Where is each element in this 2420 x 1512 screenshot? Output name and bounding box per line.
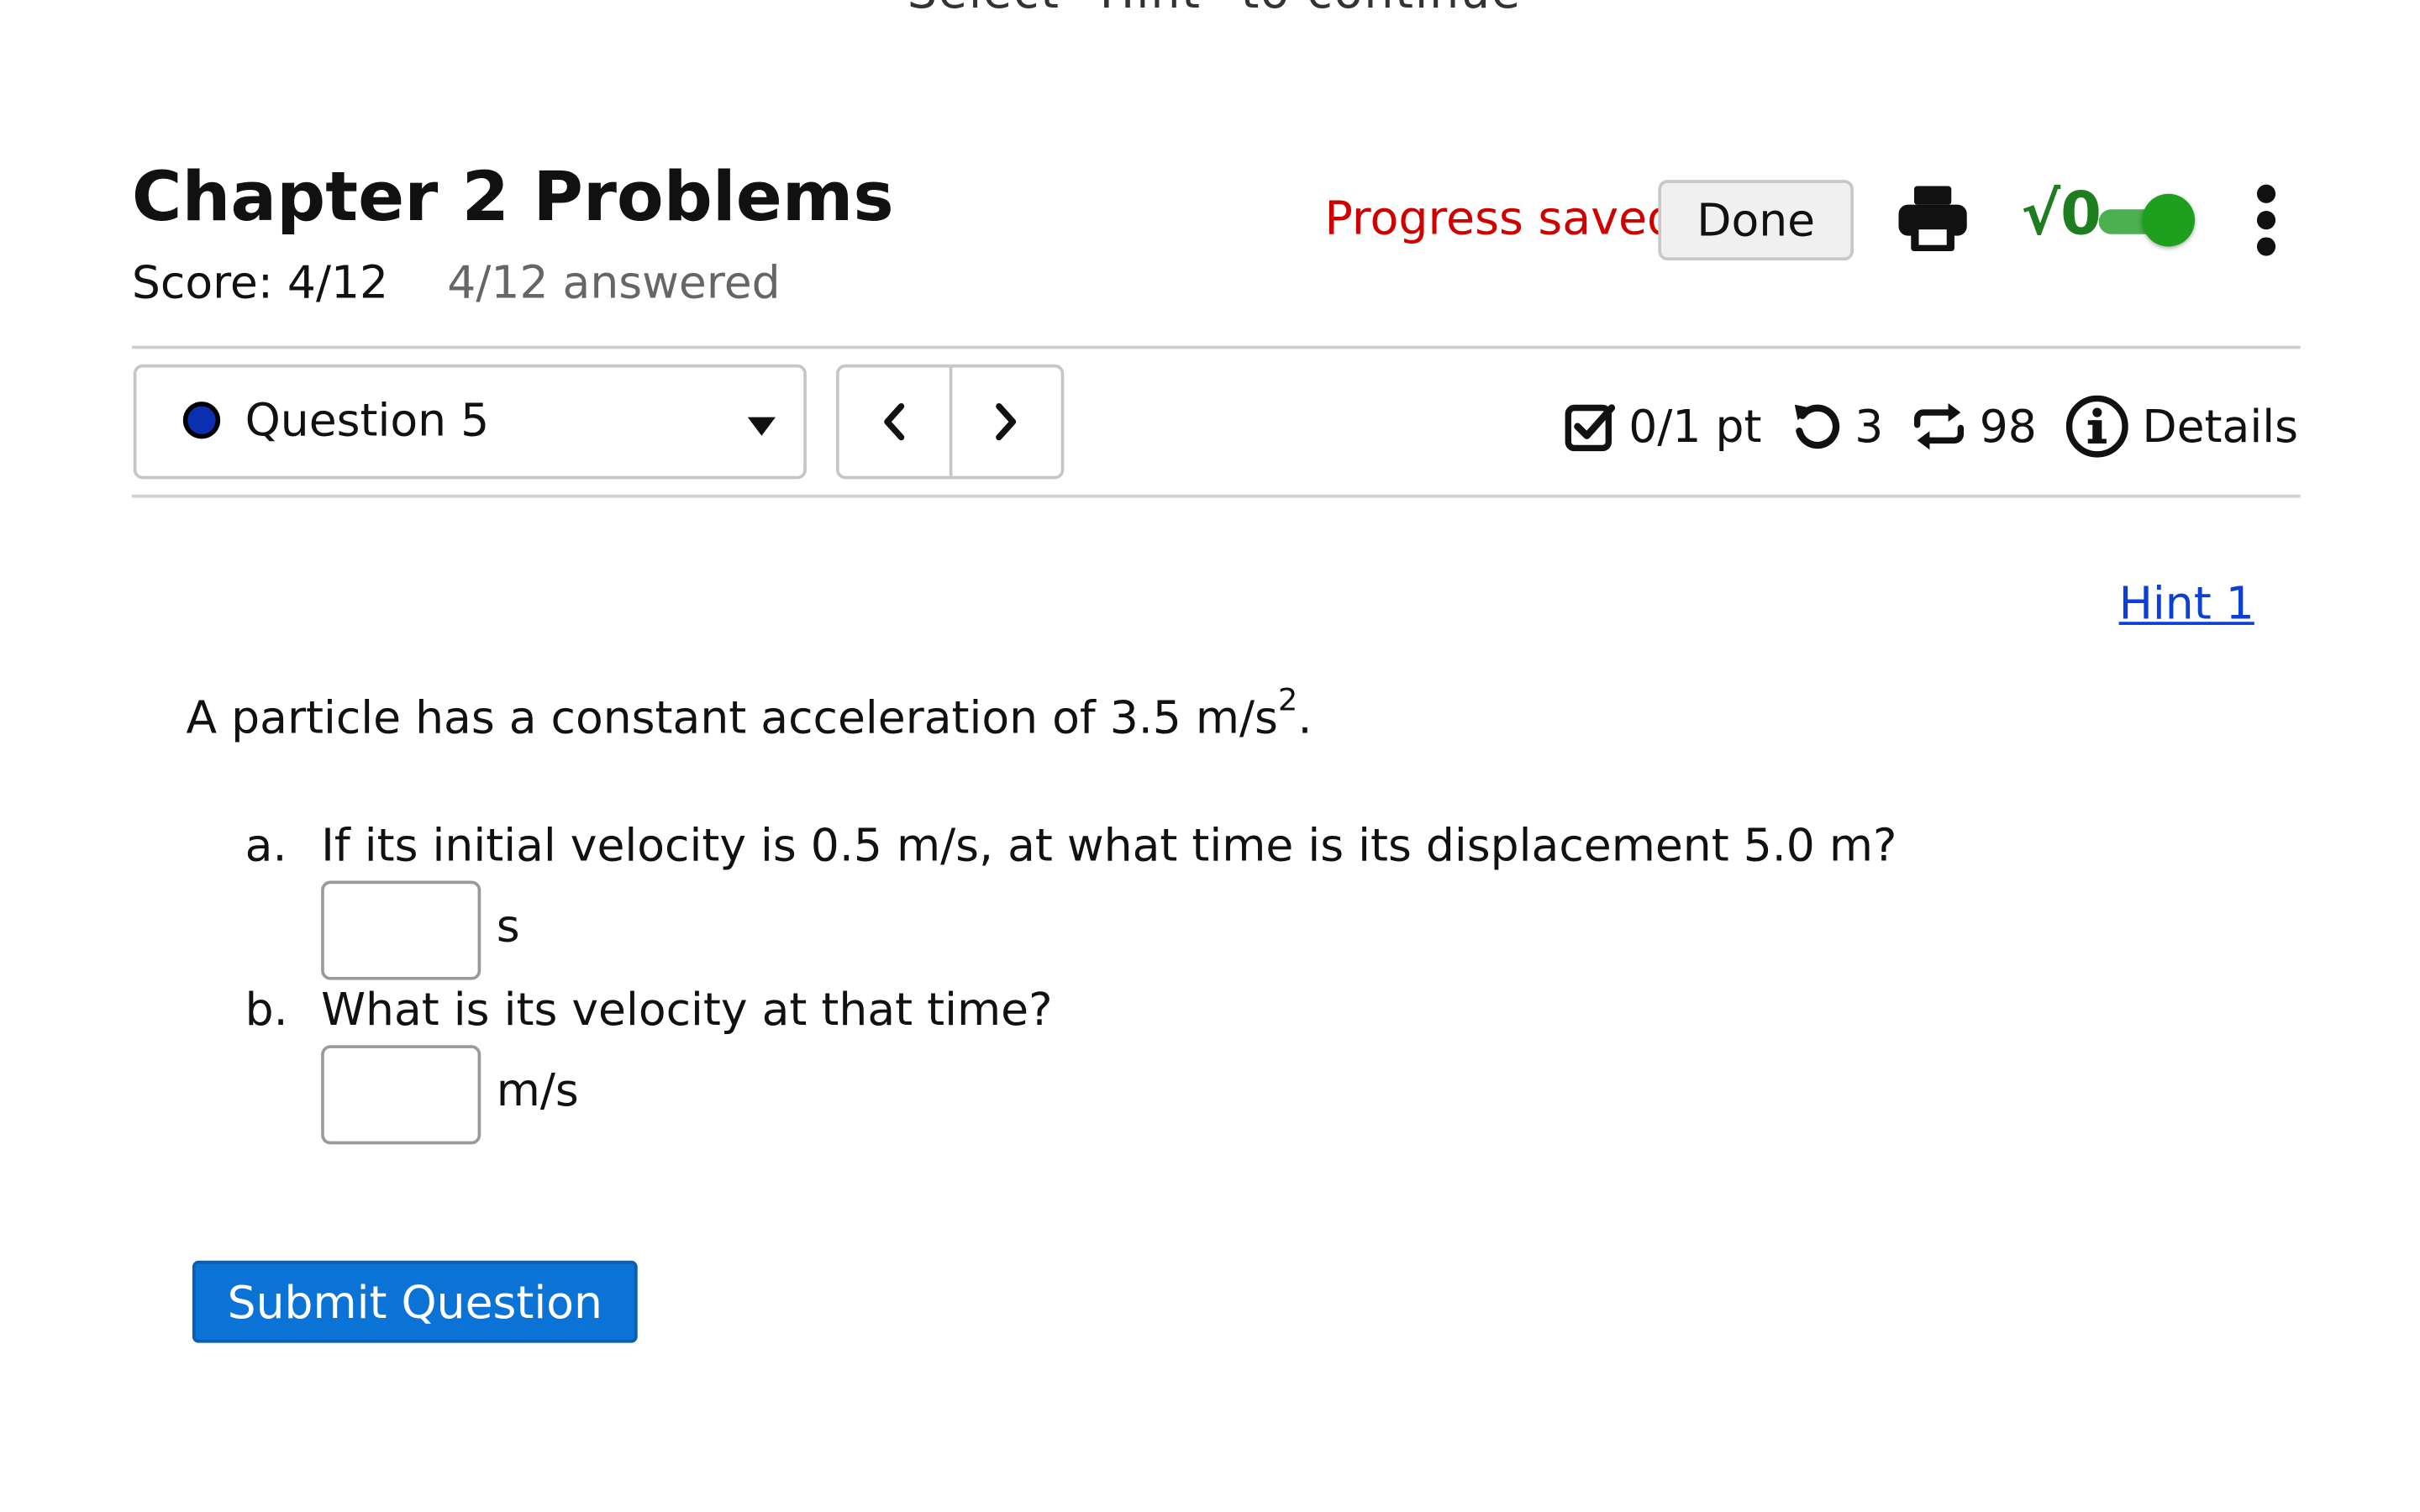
previous-question-button[interactable] (839, 367, 952, 476)
submit-question-button[interactable]: Submit Question (192, 1260, 638, 1343)
part-a-text: If its initial velocity is 0.5 m/s, at w… (321, 818, 1897, 872)
caret-down-icon (746, 414, 777, 436)
points-item: 0/1 pt (1564, 400, 1762, 454)
nav-divider (131, 494, 2301, 498)
toggle-knob (2142, 193, 2196, 247)
math-entry-toggle[interactable]: √0 (2021, 180, 2196, 260)
sqrt-icon: √0 (2021, 180, 2102, 249)
prompt-end: . (1297, 690, 1313, 744)
question-pager (835, 364, 1065, 480)
part-a-answer-input[interactable] (321, 880, 481, 980)
prompt-superscript: 2 (1277, 680, 1298, 718)
question-status-dot (182, 402, 221, 439)
chevron-left-icon (884, 402, 905, 441)
details-link[interactable]: Details (2065, 394, 2298, 459)
question-select[interactable]: Question 5 (133, 364, 807, 480)
chevron-right-icon (995, 402, 1016, 441)
details-label: Details (2142, 400, 2298, 454)
question-meta: 0/1 pt 3 98 Details (1564, 388, 2298, 465)
part-a-unit: s (496, 899, 520, 953)
more-options-icon[interactable] (2243, 183, 2289, 258)
header-divider (131, 345, 2301, 349)
score-row: Score: 4/12 4/12 answered (132, 256, 781, 309)
part-b-letter: b. (245, 983, 288, 1037)
hint-link[interactable]: Hint 1 (2119, 577, 2254, 630)
answered-count: 4/12 answered (447, 255, 781, 309)
print-icon[interactable] (1896, 183, 1970, 255)
part-b-answer-input[interactable] (321, 1045, 481, 1145)
part-b-text: What is its velocity at that time? (321, 983, 1053, 1037)
part-b-unit: m/s (496, 1063, 579, 1117)
points-value: 0/1 pt (1628, 400, 1762, 454)
checkbox-icon (1565, 404, 1616, 452)
info-icon (2065, 395, 2128, 458)
undo-icon (1794, 404, 1839, 449)
part-a-letter: a. (245, 818, 287, 872)
progress-status: Progress saved (1324, 192, 1677, 247)
question-select-label: Question 5 (245, 393, 490, 447)
score-label: Score: 4/12 (131, 255, 389, 309)
attempts-count: 98 (1979, 400, 2037, 454)
retries-item: 3 (1790, 400, 1884, 454)
question-prompt: A particle has a constant acceleration o… (186, 680, 1313, 744)
repeat-icon (1914, 402, 1965, 450)
done-button[interactable]: Done (1658, 180, 1854, 261)
retries-count: 3 (1854, 400, 1884, 454)
next-question-button[interactable] (952, 368, 1061, 476)
prompt-main: A particle has a constant acceleration o… (186, 690, 1278, 744)
page-title: Chapter 2 Problems (131, 158, 894, 238)
clipped-banner: Select "Hint" to continue (908, 0, 1522, 20)
attempts-item: 98 (1912, 400, 2037, 453)
